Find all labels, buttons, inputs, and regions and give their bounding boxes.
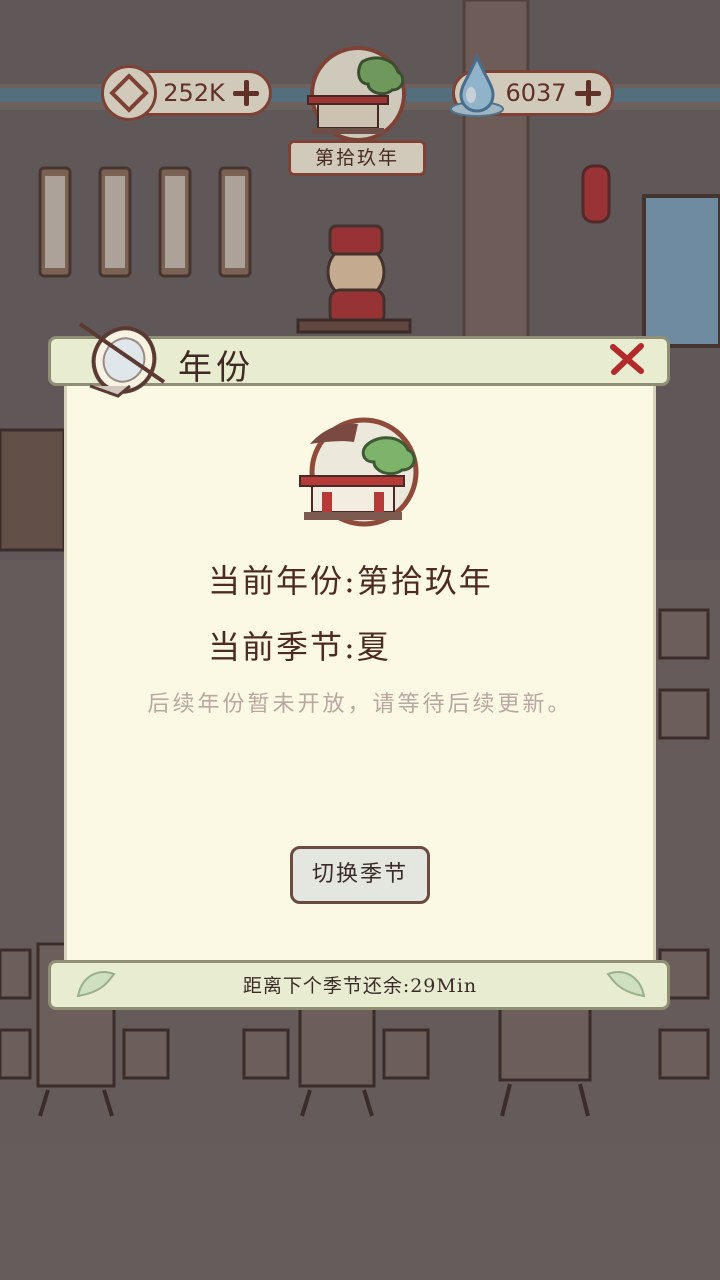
- season-countdown: 距离下个季节还余:29Min: [242, 975, 478, 997]
- switch-season-button[interactable]: 切换季节: [290, 846, 430, 904]
- current-year-value: 第拾玖年: [356, 562, 493, 600]
- current-season-label: 当前季节:: [208, 628, 357, 666]
- close-icon[interactable]: [606, 338, 648, 380]
- current-season-value: 夏: [356, 628, 391, 666]
- current-year-label: 当前年份:: [208, 562, 357, 600]
- current-season-row: 当前季节:夏: [208, 622, 391, 668]
- sundial-icon: [78, 322, 166, 398]
- notice-text: 后续年份暂未开放，请等待后续更新。: [147, 692, 573, 717]
- pavilion-emblem-icon: [299, 417, 419, 527]
- current-year-row: 当前年份:第拾玖年: [208, 556, 493, 602]
- modal-title: 年份: [178, 348, 254, 388]
